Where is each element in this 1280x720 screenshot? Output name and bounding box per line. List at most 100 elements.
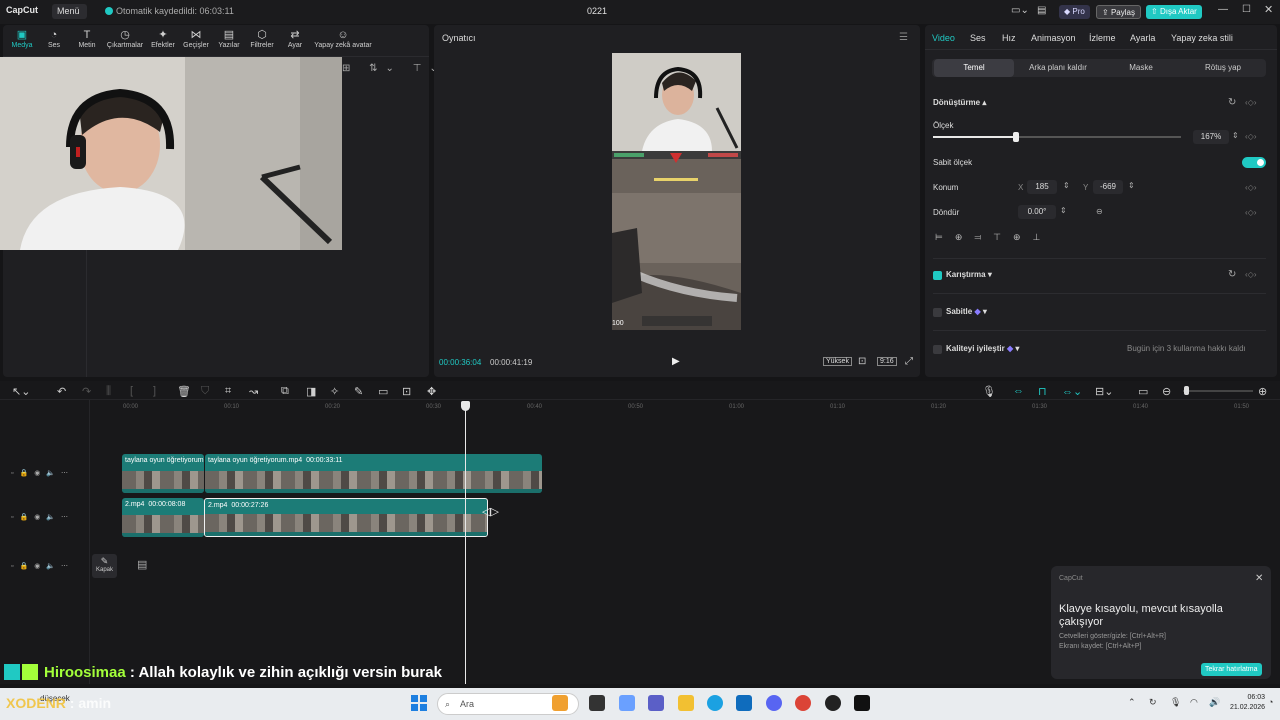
tab-audio-props[interactable]: Ses <box>970 33 986 43</box>
shield-icon[interactable]: ⛉ <box>201 385 209 398</box>
sparkle-icon[interactable]: ✥ <box>427 385 436 398</box>
subtab-retouch[interactable]: Rötuş yap <box>1182 59 1264 77</box>
lock-icon[interactable]: 🔒 <box>19 563 34 570</box>
reset-icon[interactable]: ↻ <box>1228 269 1236 280</box>
lock-icon[interactable]: 🔒 <box>19 514 34 521</box>
transform-section[interactable]: Dönüştürme ▴ <box>933 98 986 107</box>
shortcuts-icon[interactable]: ▤ <box>1037 5 1046 16</box>
lock-icon[interactable]: 🔒 <box>19 470 34 477</box>
link-main-track-icon[interactable]: ⇔ <box>1013 385 1024 397</box>
speaker-icon[interactable]: 🔈 <box>46 470 61 477</box>
layout-icon[interactable]: ▭⌄ <box>1011 5 1029 16</box>
comment-icon[interactable]: ▭ <box>1138 385 1148 398</box>
play-icon[interactable]: ▶ <box>672 356 680 367</box>
split-right-icon[interactable]: ] <box>153 385 156 397</box>
video-preview[interactable]: 100 <box>612 53 741 330</box>
taskbar-clock[interactable]: 06:03 21.02.2026 <box>1230 693 1265 713</box>
align-icons[interactable]: ⊨⊕⫤⊤⊕⊥ <box>935 232 1052 243</box>
tab-video[interactable]: Video <box>932 33 955 43</box>
more-icon[interactable]: ⋯ <box>61 514 74 521</box>
magnet-icon[interactable]: ⊓ <box>1038 385 1047 398</box>
delete-icon[interactable]: 🗑 <box>177 385 191 398</box>
keyframe-nav-icon[interactable]: ‹◇› <box>1245 208 1256 217</box>
crop-icon[interactable]: ⌗ <box>225 385 231 398</box>
stepper-icon[interactable]: ⇕ <box>1060 206 1067 215</box>
discord-icon[interactable] <box>766 695 782 711</box>
reset-icon[interactable]: ↻ <box>1228 97 1236 108</box>
quality-button[interactable]: Yüksek <box>823 357 852 366</box>
edge-icon[interactable] <box>707 695 723 711</box>
subtab-remove-bg[interactable]: Arka planı kaldır <box>1016 59 1100 77</box>
tab-adjust[interactable]: ⇄ Ayar <box>276 28 314 49</box>
film-icon[interactable]: ▤ <box>137 558 147 571</box>
maximize-icon[interactable]: ☐ <box>1242 4 1251 15</box>
stabilize-checkbox[interactable] <box>933 308 942 317</box>
keyframe-nav-icon[interactable]: ‹◇› <box>1245 183 1256 192</box>
teams-icon[interactable] <box>648 695 664 711</box>
scale-slider-handle[interactable] <box>1013 132 1019 142</box>
select-tool-icon[interactable]: ↖⌄ <box>12 385 30 398</box>
copilot-icon[interactable] <box>619 695 635 711</box>
zoom-slider-track[interactable] <box>1183 390 1253 392</box>
close-icon[interactable]: ✕ <box>1255 573 1263 584</box>
store-icon[interactable] <box>736 695 752 711</box>
playhead[interactable] <box>465 408 466 684</box>
tab-tracking[interactable]: İzleme <box>1089 33 1116 43</box>
pos-y-input[interactable]: -669 <box>1093 180 1123 194</box>
enhance-section[interactable]: Kaliteyi iyileştir ◆ ▾ <box>946 344 1019 353</box>
caption-icon[interactable]: ▭ <box>378 385 388 398</box>
stabilize-section[interactable]: Sabitle ◆ ▾ <box>946 307 987 316</box>
wifi-icon[interactable]: ◠ <box>1190 697 1198 708</box>
timeline-clip[interactable]: 2.mp4 00:00:08:08 <box>122 498 204 537</box>
more-icon[interactable]: ⋯ <box>61 470 74 477</box>
obs-icon[interactable] <box>825 695 841 711</box>
pos-x-input[interactable]: 185 <box>1027 180 1057 194</box>
preview-axis-icon[interactable]: ⊟⌄ <box>1095 385 1113 398</box>
playhead-handle[interactable] <box>461 401 470 411</box>
windows-start-icon[interactable] <box>411 695 427 711</box>
microphone-icon[interactable]: 🎙 <box>1170 697 1181 708</box>
link-clips-icon[interactable]: ⇔⌄ <box>1062 385 1082 398</box>
microphone-icon[interactable]: 🎙 <box>982 385 996 398</box>
keyframe-nav-icon[interactable]: ‹◇› <box>1245 270 1256 279</box>
share-button[interactable]: ⇪ Paylaş <box>1096 5 1141 19</box>
blend-checkbox[interactable] <box>933 271 942 280</box>
task-view-icon[interactable] <box>589 695 605 711</box>
stepper-icon[interactable]: ⇕ <box>1063 181 1070 190</box>
magic-icon[interactable]: ✎ <box>354 385 363 398</box>
minimize-icon[interactable]: — <box>1218 4 1228 15</box>
enhance-checkbox[interactable] <box>933 345 942 354</box>
uniform-scale-toggle[interactable] <box>1242 157 1266 168</box>
resize-icon[interactable]: ⊡ <box>402 385 411 398</box>
split-icon[interactable]: ⫼ <box>106 385 111 398</box>
ratio-button[interactable]: 9:16 <box>877 357 897 366</box>
track-controls[interactable]: ▫🔒◉🔈⋯ <box>11 469 74 477</box>
dont-remind-button[interactable]: Tekrar hatırlatma <box>1201 663 1262 676</box>
freeze-icon[interactable]: ⧉ <box>281 385 289 398</box>
hamburger-icon[interactable]: ☰ <box>899 32 908 43</box>
rotate-dial-icon[interactable]: ⊖ <box>1096 207 1103 216</box>
tab-stickers[interactable]: ◷ Çıkartmalar <box>106 28 144 49</box>
eye-icon[interactable]: ◉ <box>34 563 46 570</box>
cover-button[interactable]: ✎ Kapak <box>92 554 117 578</box>
timeline-clip-selected[interactable]: 2.mp4 00:00:27:26 <box>204 498 488 537</box>
redo-icon[interactable]: ↷ <box>82 385 91 398</box>
speed-curve-icon[interactable]: ↝ <box>249 385 258 398</box>
fullscreen-icon[interactable]: ⤢ <box>905 356 913 367</box>
tab-ai-style[interactable]: Yapay zeka stili <box>1171 33 1233 43</box>
export-button[interactable]: ⇧ Dışa Aktar <box>1146 5 1202 19</box>
more-icon[interactable]: ⋯ <box>61 563 74 570</box>
menu-button[interactable]: Menü ⌄ <box>52 4 87 31</box>
volume-icon[interactable]: 🔊 <box>1209 697 1220 708</box>
stepper-icon[interactable]: ⇕ <box>1232 131 1239 140</box>
track-controls[interactable]: ▫🔒◉🔈⋯ <box>11 513 74 521</box>
tab-ai-avatar[interactable]: ☺ Yapay zekâ avatar <box>310 28 376 49</box>
fit-icon[interactable]: ⊡ <box>858 356 866 367</box>
stepper-icon[interactable]: ⇕ <box>1128 181 1135 190</box>
keyframe-nav-icon[interactable]: ‹◇› <box>1245 98 1256 107</box>
eye-icon[interactable]: ◉ <box>34 470 46 477</box>
notification-icon[interactable]: ◔ <box>1268 697 1273 707</box>
trim-cursor-icon[interactable]: ◁▷ <box>482 505 499 518</box>
capcut-taskbar-icon[interactable] <box>854 695 870 711</box>
timeline-clip[interactable]: taylana oyun öğretiyorum.mp4 00:00:33:11 <box>205 454 542 493</box>
